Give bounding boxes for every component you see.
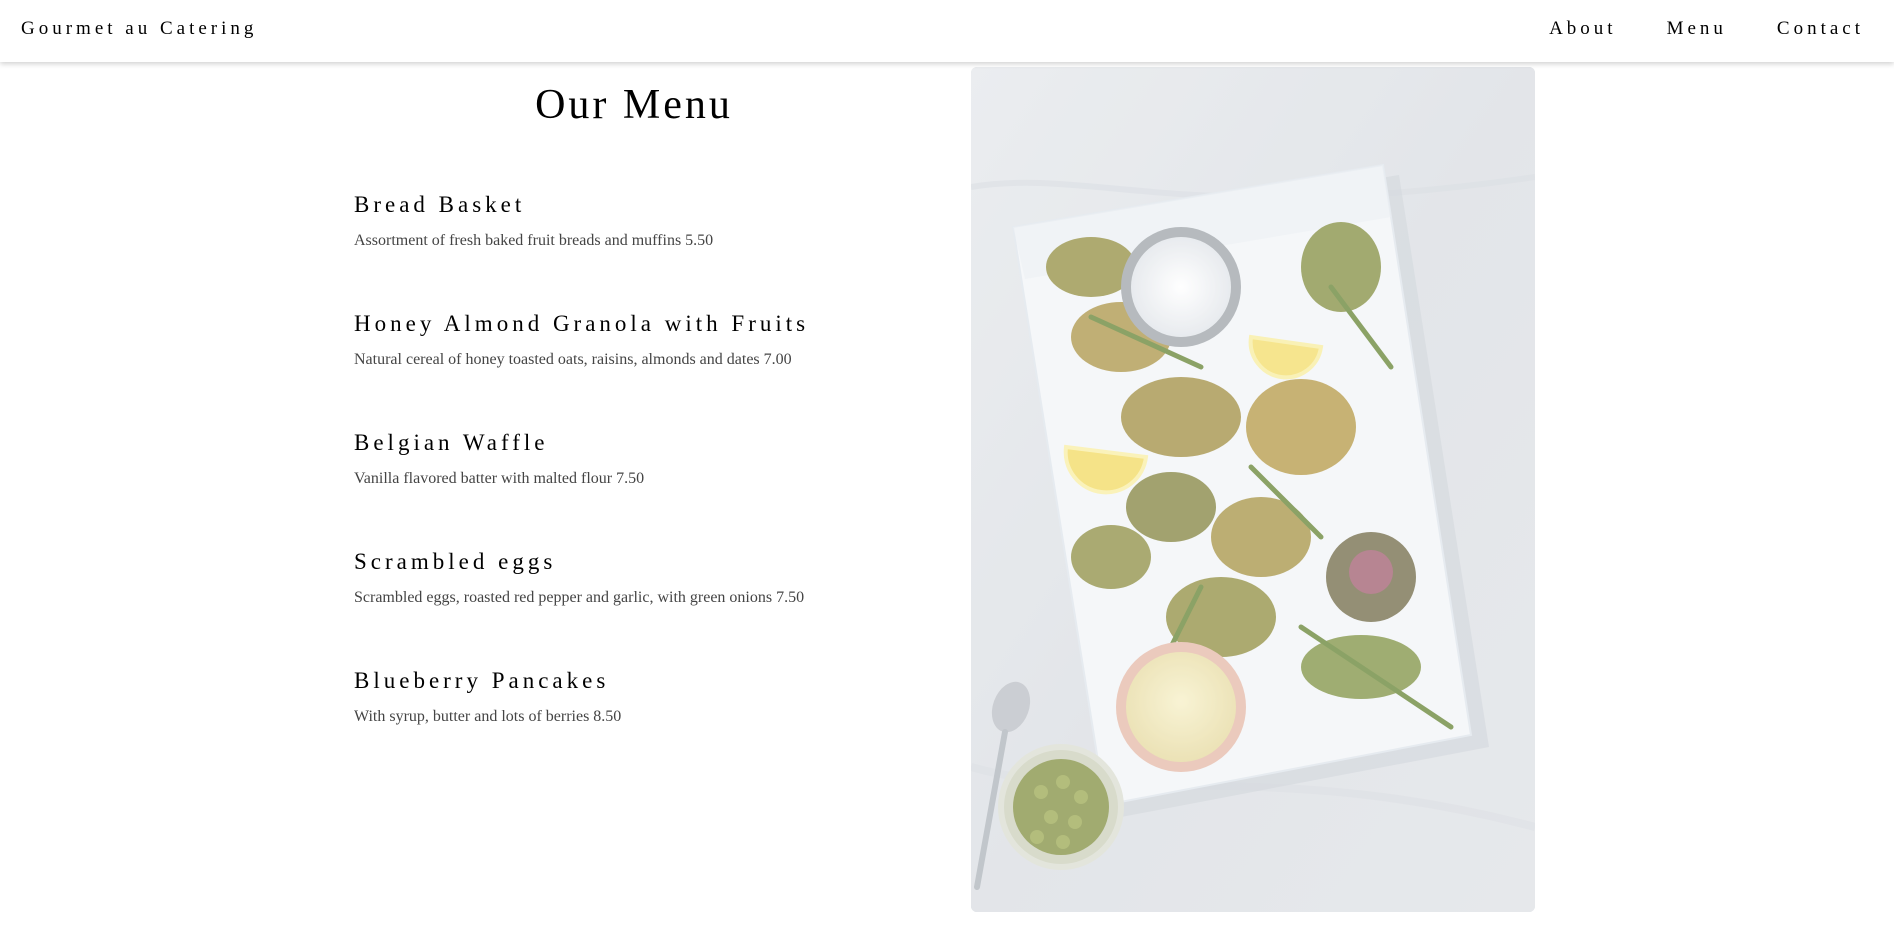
menu-item: Blueberry Pancakes With syrup, butter an… (354, 667, 914, 786)
menu-item-description: Assortment of fresh baked fruit breads a… (354, 231, 714, 249)
menu-item-name: Bread Basket (354, 192, 526, 218)
menu-item: Honey Almond Granola with Fruits Natural… (354, 310, 914, 429)
menu-item-description: Scrambled eggs, roasted red pepper and g… (354, 588, 805, 606)
menu-item-name: Belgian Waffle (354, 430, 549, 456)
top-navbar: Gourmet au Catering About Menu Contact (0, 0, 1894, 62)
menu-item: Scrambled eggs Scrambled eggs, roasted r… (354, 548, 914, 667)
menu-item-name: Scrambled eggs (354, 549, 557, 575)
nav-menu[interactable]: Menu (1617, 16, 1727, 42)
nav-contact[interactable]: Contact (1727, 16, 1864, 42)
menu-item: Belgian Waffle Vanilla flavored batter w… (354, 429, 914, 548)
menu-item-description: Vanilla flavored batter with malted flou… (354, 469, 645, 487)
menu-item-description: With syrup, butter and lots of berries 8… (354, 707, 622, 725)
brand-link[interactable]: Gourmet au Catering (21, 18, 257, 40)
menu-item: Bread Basket Assortment of fresh baked f… (354, 191, 914, 310)
menu-item-name: Honey Almond Granola with Fruits (354, 311, 810, 337)
nav-links: About Menu Contact (1499, 16, 1864, 42)
nav-about[interactable]: About (1499, 16, 1617, 42)
page-title: Our Menu (535, 82, 733, 128)
food-photo (971, 67, 1535, 912)
menu-list: Bread Basket Assortment of fresh baked f… (354, 191, 914, 786)
menu-item-description: Natural cereal of honey toasted oats, ra… (354, 350, 792, 368)
menu-section: Our Menu Bread Basket Assortment of fres… (354, 62, 914, 786)
menu-item-name: Blueberry Pancakes (354, 668, 610, 694)
